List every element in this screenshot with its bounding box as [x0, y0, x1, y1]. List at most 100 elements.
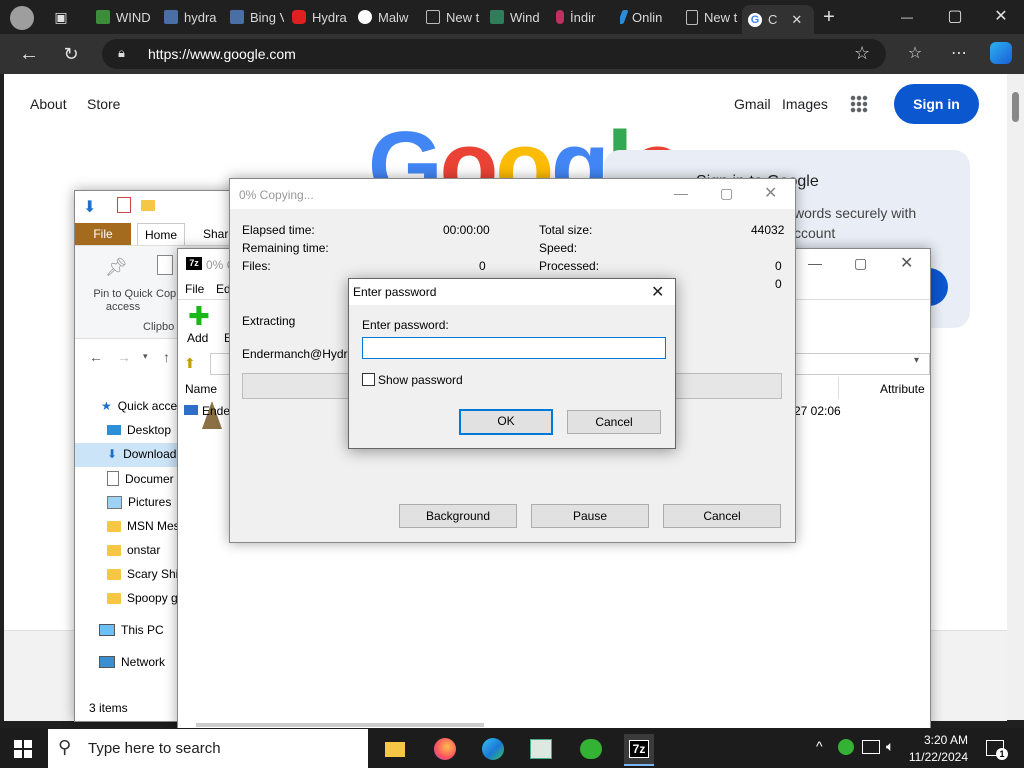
nav-pictures[interactable]: Pictures	[107, 495, 171, 509]
store-link[interactable]: Store	[87, 96, 120, 112]
copy-button[interactable]: Cop	[156, 288, 176, 300]
volume-icon[interactable]: 🔈︎	[886, 738, 894, 755]
pin-icon[interactable]: 📌︎	[105, 257, 128, 278]
msn-messenger-icon[interactable]	[576, 734, 606, 764]
back-arrow-icon[interactable]: ←	[14, 39, 44, 69]
browser-tab[interactable]: Wind	[490, 5, 546, 29]
up-arrow-icon[interactable]: ↑	[163, 349, 170, 365]
tab-actions-icon[interactable]: ▣	[46, 2, 76, 32]
7zip-minimize-button[interactable]: —	[808, 255, 822, 271]
copying-close-button[interactable]: ✕	[764, 183, 777, 203]
browser-tab[interactable]: Onlin	[620, 5, 676, 29]
cancel-button[interactable]: Cancel	[567, 410, 661, 434]
nav-scary[interactable]: Scary Shi	[107, 567, 178, 581]
profile-avatar[interactable]	[10, 6, 34, 30]
nav-msn[interactable]: MSN Mes	[107, 519, 180, 533]
start-button[interactable]	[14, 740, 32, 758]
gmail-link[interactable]: Gmail	[734, 96, 771, 112]
copying-minimize-button[interactable]: —	[674, 185, 688, 201]
new-folder-icon[interactable]	[141, 200, 155, 214]
browser-tab-active[interactable]: G C ✕	[742, 5, 814, 34]
sign-in-button[interactable]: Sign in	[894, 84, 979, 124]
show-password-checkbox[interactable]	[362, 373, 375, 386]
taskbar-search-box[interactable]: ⚲ Type here to search	[48, 729, 368, 768]
edge-icon[interactable]	[478, 734, 508, 764]
background-button[interactable]: Background	[399, 504, 517, 528]
nav-this-pc[interactable]: This PC	[99, 623, 164, 637]
show-hidden-icons[interactable]: ^	[816, 738, 823, 754]
browser-tab[interactable]: Bing V	[230, 5, 284, 29]
browser-tab[interactable]: Malw	[358, 5, 416, 29]
more-menu-icon[interactable]: ⋯	[944, 39, 974, 69]
browser-tab[interactable]: New t	[426, 5, 482, 29]
tray-app-icon[interactable]	[838, 739, 854, 755]
nav-desktop[interactable]: Desktop	[107, 423, 171, 437]
ribbon-home-tab[interactable]: Home	[137, 223, 185, 246]
password-dialog-title: Enter password	[353, 285, 437, 299]
nav-network[interactable]: Network	[99, 655, 165, 669]
nav-spoopy[interactable]: Spoopy g	[107, 591, 178, 605]
copy-icon[interactable]	[157, 255, 173, 275]
ribbon-file-tab[interactable]: File	[75, 223, 131, 245]
nav-onstar[interactable]: onstar	[107, 543, 160, 557]
favorites-icon[interactable]: ☆	[900, 39, 930, 69]
document-icon	[107, 471, 119, 486]
apps-grid-icon[interactable]	[850, 95, 868, 113]
7zip-taskbar-icon[interactable]: 7z	[624, 734, 654, 766]
7zip-maximize-button[interactable]: ▢	[854, 255, 867, 272]
add-plus-icon[interactable]: ✚	[188, 303, 210, 329]
copying-maximize-button[interactable]: ▢	[720, 185, 733, 202]
firefox-icon[interactable]	[430, 734, 460, 764]
about-link[interactable]: About	[30, 96, 67, 112]
pin-quick-access-button[interactable]: Pin to Quick access	[81, 288, 165, 314]
forward-arrow-icon[interactable]: →	[117, 349, 131, 365]
ok-button[interactable]: OK	[459, 409, 553, 435]
7zip-close-button[interactable]: ✕	[900, 253, 913, 273]
quick-download-icon[interactable]: ⬇	[83, 197, 96, 217]
nav-downloads[interactable]: ⬇ Download	[107, 447, 176, 461]
browser-tab[interactable]: New t	[686, 5, 740, 29]
network-tray-icon[interactable]	[862, 740, 880, 754]
path-dropdown-icon[interactable]: ▾	[914, 355, 919, 366]
cancel-button[interactable]: Cancel	[663, 504, 781, 528]
browser-tab[interactable]: hydra	[164, 5, 220, 29]
address-bar[interactable]: 🔒︎ https://www.google.com ☆	[102, 39, 886, 69]
browser-tab[interactable]: Hydra	[292, 5, 350, 29]
lock-icon[interactable]: 🔒︎	[118, 45, 125, 61]
add-button[interactable]: Add	[187, 331, 208, 345]
password-input[interactable]	[362, 337, 666, 359]
images-link[interactable]: Images	[782, 96, 828, 112]
menu-file[interactable]: File	[185, 282, 204, 296]
page-scrollbar[interactable]	[1007, 74, 1024, 720]
nav-documents[interactable]: Documer	[107, 471, 174, 486]
app-taskbar-icon[interactable]	[526, 734, 556, 764]
clipboard-group-label: Clipbo	[143, 321, 175, 333]
close-tab-icon[interactable]: ✕	[791, 12, 802, 28]
copilot-icon[interactable]	[990, 42, 1012, 64]
properties-icon[interactable]	[117, 197, 131, 213]
maximize-button[interactable]: ▢	[940, 2, 970, 32]
new-tab-button[interactable]: +	[814, 2, 844, 32]
back-arrow-icon[interactable]: ←	[89, 349, 103, 365]
pause-button[interactable]: Pause	[531, 504, 649, 528]
close-button[interactable]: ✕	[986, 2, 1016, 32]
tab-label: C	[768, 12, 778, 27]
up-folder-icon[interactable]: ⬆	[184, 355, 196, 372]
nav-quick-access[interactable]: ★ Quick acce	[101, 399, 177, 413]
recent-locations-icon[interactable]: ▾	[143, 351, 148, 362]
horizontal-scrollbar[interactable]	[196, 723, 484, 727]
file-explorer-taskbar-icon[interactable]	[380, 734, 410, 764]
total-size-label: Total size:	[539, 223, 593, 237]
column-header-name[interactable]: Name	[185, 382, 217, 396]
minimize-button[interactable]: —	[892, 2, 922, 32]
bookmark-star-icon[interactable]: ☆	[854, 43, 870, 64]
show-password-label[interactable]: Show password	[378, 373, 463, 387]
clock-time[interactable]: 3:20 AM	[914, 733, 968, 747]
password-dialog-close-button[interactable]: ✕	[651, 282, 664, 302]
browser-tab[interactable]: WIND	[96, 5, 154, 29]
clock-date[interactable]: 11/22/2024	[904, 750, 968, 764]
browser-tab[interactable]: İndir	[556, 5, 610, 29]
scroll-thumb[interactable]	[1012, 92, 1019, 122]
reload-icon[interactable]: ↻	[56, 39, 86, 69]
column-header-attributes[interactable]: Attribute	[880, 382, 925, 396]
